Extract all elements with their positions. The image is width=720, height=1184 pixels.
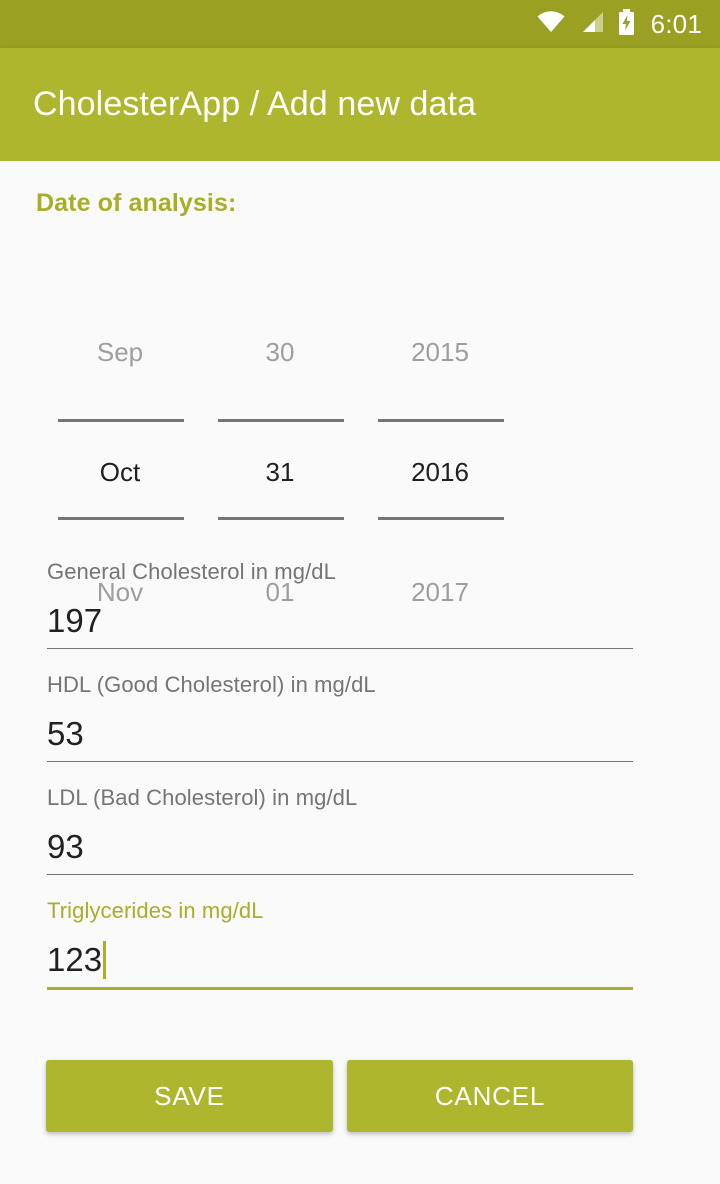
main-content: Date of analysis: Sep Oct Nov 30 31 01 2… xyxy=(0,161,720,1184)
field-ldl-value[interactable]: 93 xyxy=(47,827,84,867)
battery-charging-icon xyxy=(618,8,635,40)
field-ldl-underline xyxy=(47,874,633,875)
field-general-cholesterol-value-row[interactable]: 197 xyxy=(47,595,633,641)
field-triglycerides-label: Triglycerides in mg/dL xyxy=(47,898,264,923)
month-previous-value[interactable]: Sep xyxy=(40,337,200,368)
year-divider-top xyxy=(378,419,504,422)
year-previous-value[interactable]: 2015 xyxy=(360,337,520,368)
wifi-icon xyxy=(536,10,566,39)
field-general-cholesterol-label: General Cholesterol in mg/dL xyxy=(47,559,336,584)
day-previous-value[interactable]: 30 xyxy=(200,337,360,368)
field-general-cholesterol-value[interactable]: 197 xyxy=(47,601,102,641)
date-picker[interactable]: Sep Oct Nov 30 31 01 2015 2016 2017 xyxy=(0,239,720,607)
year-divider-bottom xyxy=(378,517,504,520)
year-selected-value[interactable]: 2016 xyxy=(360,457,520,488)
page-title: CholesterApp / Add new data xyxy=(33,85,477,123)
field-general-cholesterol-underline xyxy=(47,648,633,649)
field-ldl-value-row[interactable]: 93 xyxy=(47,821,633,867)
field-triglycerides-value-row[interactable]: 123 xyxy=(47,934,633,980)
field-triglycerides-value[interactable]: 123 xyxy=(47,940,102,980)
status-bar-clock: 6:01 xyxy=(650,8,702,39)
cancel-button[interactable]: CANCEL xyxy=(347,1060,633,1132)
date-picker-month-column[interactable]: Sep Oct Nov xyxy=(40,239,200,607)
status-bar: 6:01 xyxy=(0,0,720,48)
field-general-cholesterol[interactable]: General Cholesterol in mg/dL 197 xyxy=(47,559,633,649)
day-selected-value[interactable]: 31 xyxy=(200,457,360,488)
action-buttons: SAVE CANCEL xyxy=(0,1060,720,1134)
month-divider-top xyxy=(58,419,184,422)
month-divider-bottom xyxy=(58,517,184,520)
day-divider-top xyxy=(218,419,344,422)
field-hdl-value-row[interactable]: 53 xyxy=(47,708,633,754)
field-hdl-value[interactable]: 53 xyxy=(47,714,84,754)
cellular-signal-icon xyxy=(579,10,605,39)
field-hdl-underline xyxy=(47,761,633,762)
field-hdl[interactable]: HDL (Good Cholesterol) in mg/dL 53 xyxy=(47,672,633,762)
day-divider-bottom xyxy=(218,517,344,520)
field-ldl[interactable]: LDL (Bad Cholesterol) in mg/dL 93 xyxy=(47,785,633,875)
date-section-label: Date of analysis: xyxy=(36,189,237,217)
status-bar-icons xyxy=(536,8,635,40)
month-selected-value[interactable]: Oct xyxy=(40,457,200,488)
field-triglycerides-underline xyxy=(47,987,633,990)
save-button[interactable]: SAVE xyxy=(46,1060,333,1132)
app-bar: CholesterApp / Add new data xyxy=(0,48,720,161)
field-hdl-label: HDL (Good Cholesterol) in mg/dL xyxy=(47,672,376,697)
text-caret xyxy=(103,941,107,979)
date-picker-year-column[interactable]: 2015 2016 2017 xyxy=(360,239,520,607)
field-ldl-label: LDL (Bad Cholesterol) in mg/dL xyxy=(47,785,358,810)
field-triglycerides[interactable]: Triglycerides in mg/dL 123 xyxy=(47,898,633,990)
date-picker-day-column[interactable]: 30 31 01 xyxy=(200,239,360,607)
